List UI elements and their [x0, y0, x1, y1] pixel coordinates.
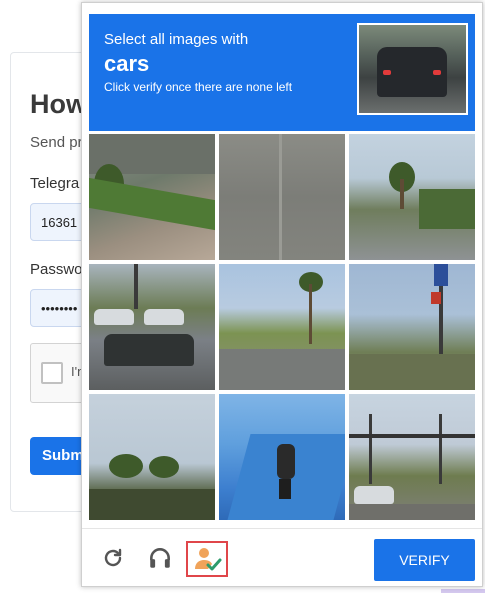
page-subtitle: Send pr — [30, 134, 83, 151]
image-tile-6[interactable] — [349, 264, 475, 390]
image-tile-7[interactable] — [89, 394, 215, 520]
password-label: Passwo — [30, 261, 83, 278]
sample-image — [357, 23, 468, 115]
image-tile-1[interactable] — [89, 134, 215, 260]
tail-light — [433, 70, 441, 75]
challenge-header: Select all images with cars Click verify… — [89, 14, 475, 131]
person-check-icon[interactable] — [186, 541, 228, 577]
challenge-footer: VERIFY — [82, 528, 482, 588]
background-strip — [441, 589, 485, 593]
page-title: How — [30, 89, 87, 119]
image-tile-5[interactable] — [219, 264, 345, 390]
reload-icon[interactable] — [98, 543, 128, 573]
image-tile-9[interactable] — [349, 394, 475, 520]
image-tile-3[interactable] — [349, 134, 475, 260]
recaptcha-checkbox[interactable] — [41, 362, 63, 384]
verify-button[interactable]: VERIFY — [374, 539, 475, 581]
image-grid — [89, 134, 476, 521]
image-tile-2[interactable] — [219, 134, 345, 260]
target-keyword: cars — [104, 51, 150, 76]
image-tile-8[interactable] — [219, 394, 345, 520]
headphones-icon[interactable] — [145, 543, 175, 573]
captcha-challenge-popup: Select all images with cars Click verify… — [81, 2, 483, 587]
instruction-text: Select all images with — [104, 31, 249, 48]
image-tile-4[interactable] — [89, 264, 215, 390]
telegram-label: Telegra — [30, 175, 80, 192]
instruction-subtext: Click verify once there are none left — [104, 80, 293, 94]
tail-light — [383, 70, 391, 75]
